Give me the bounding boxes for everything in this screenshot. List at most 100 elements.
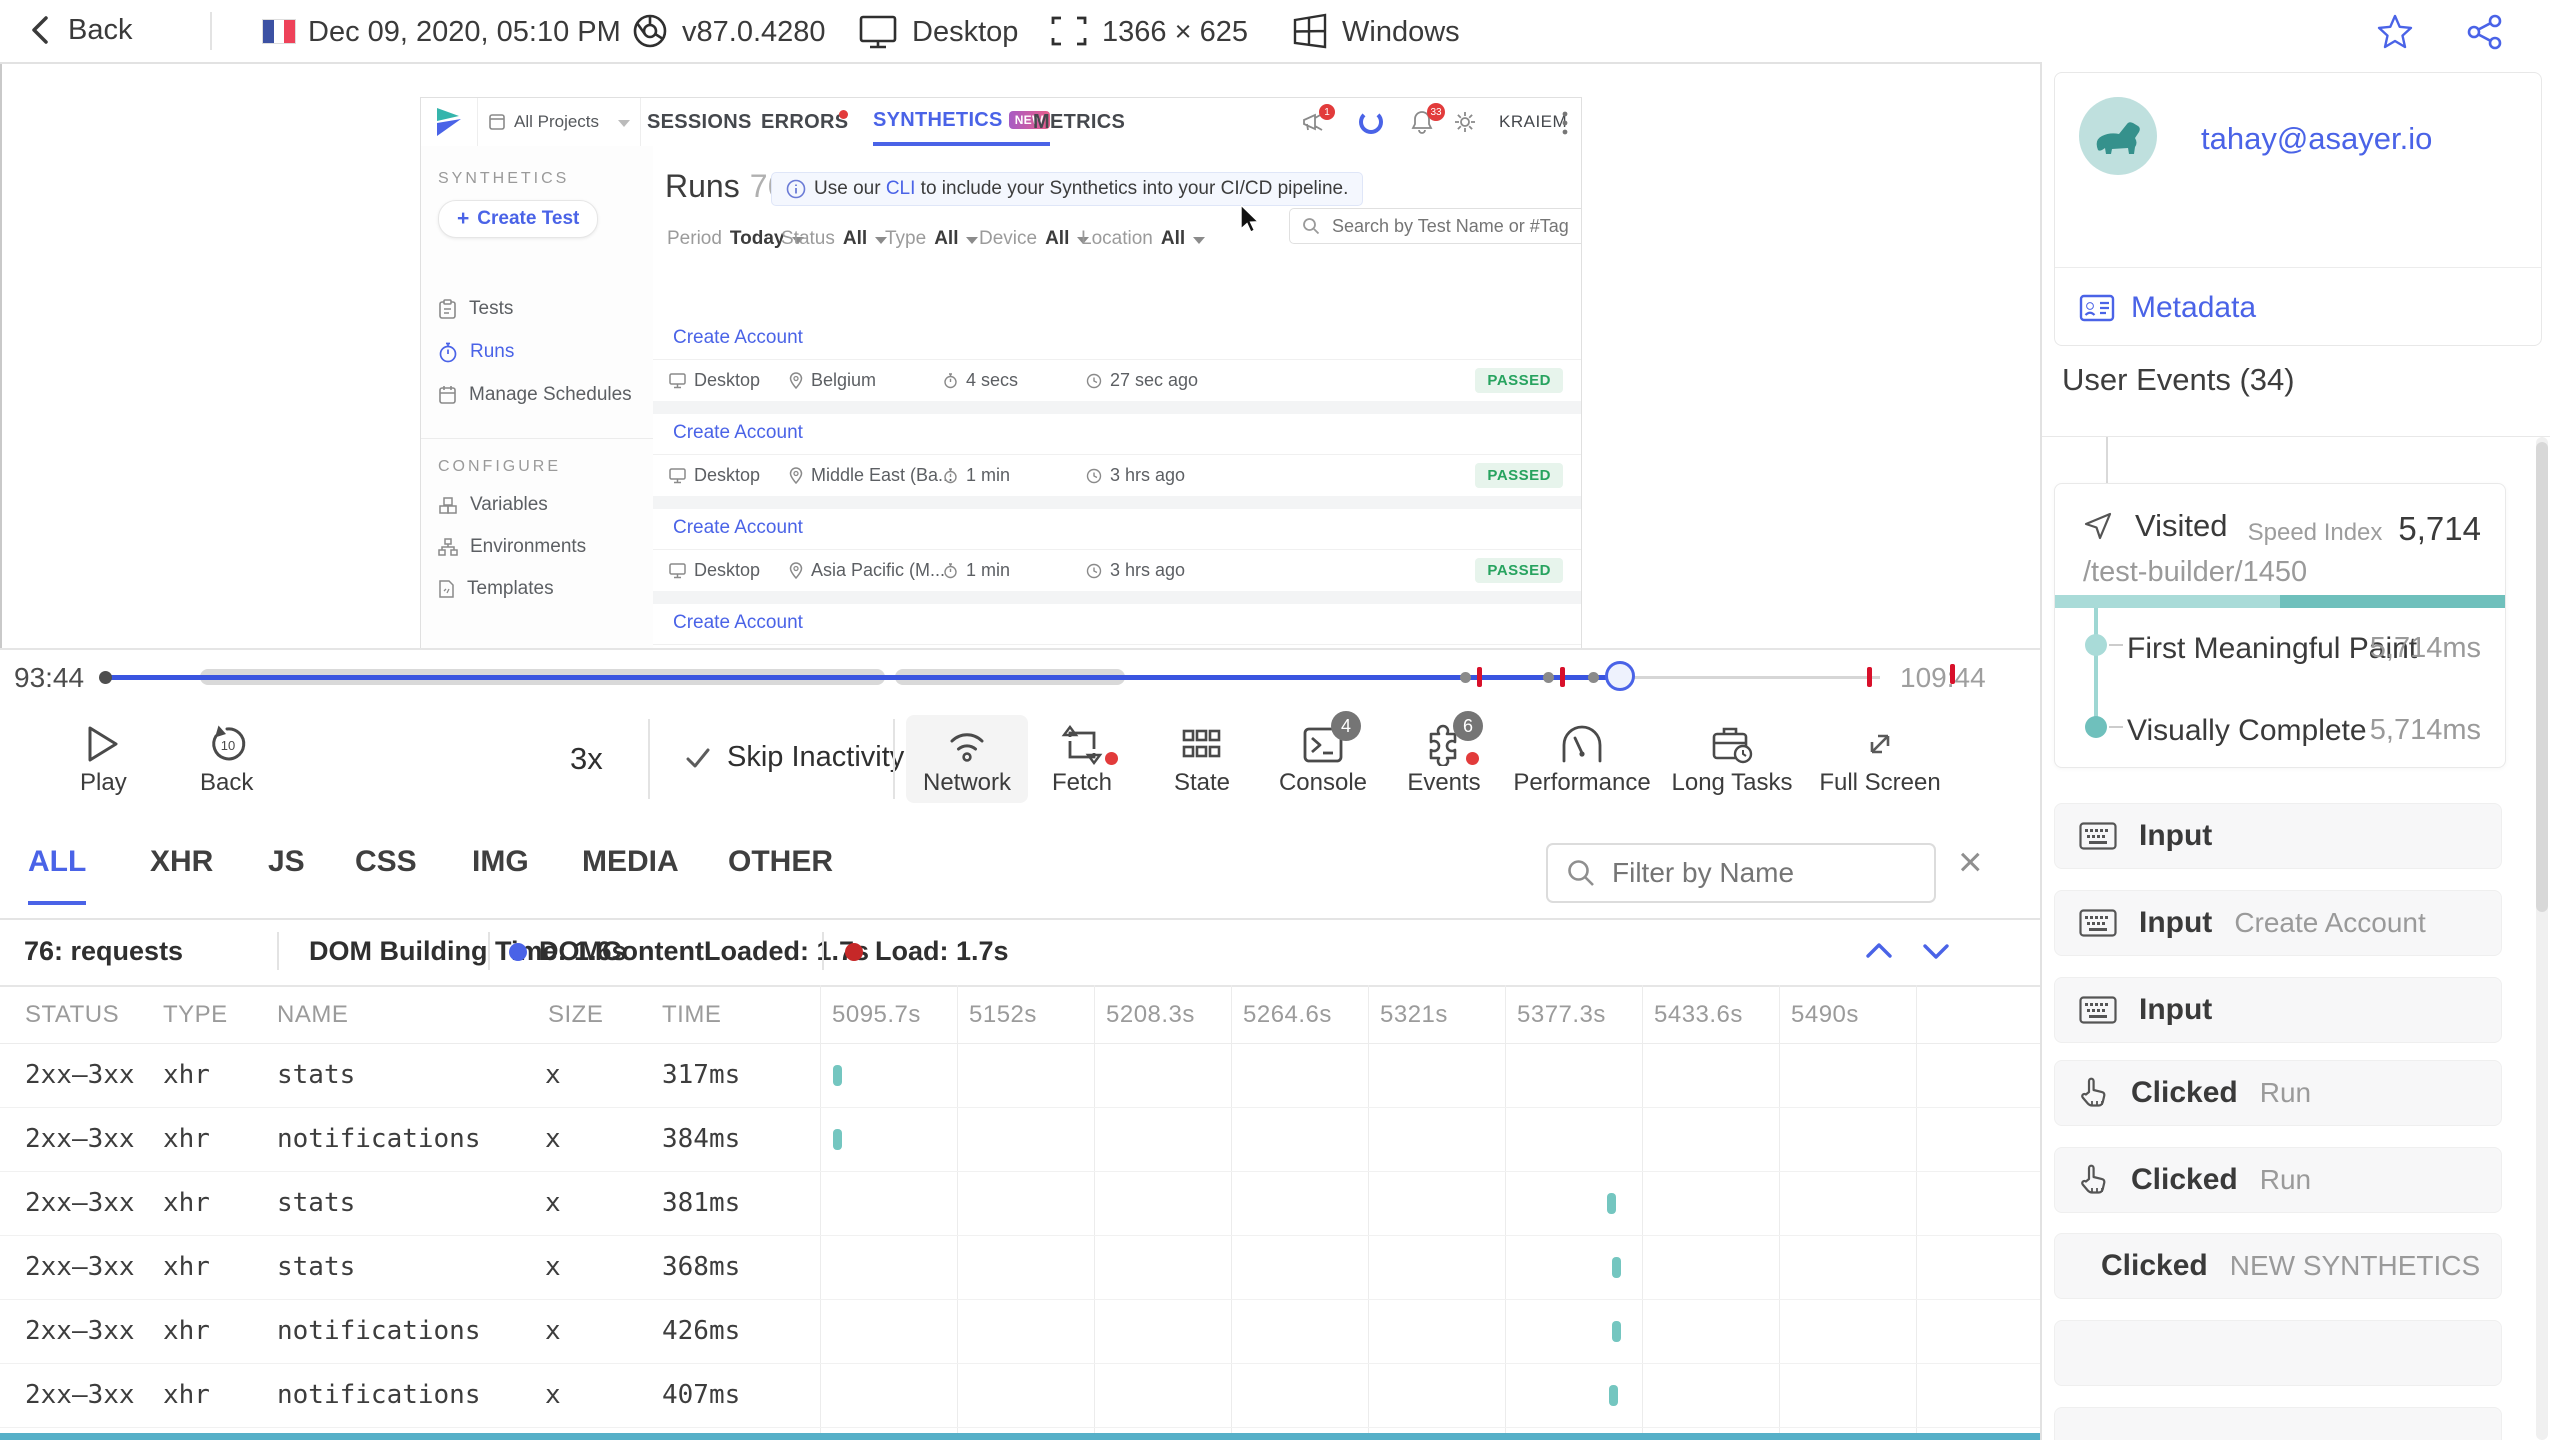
kebab-menu-icon[interactable] [1561,110,1569,136]
windows-icon [1290,12,1330,50]
prev-request-button[interactable] [1862,936,1896,966]
sidebar-item-manage-schedules[interactable]: Manage Schedules [438,384,632,406]
request-row[interactable]: 2xx–3xx xhr stats x 317ms [0,1043,2040,1108]
filter-device[interactable]: Device All [979,228,1090,250]
tab-other[interactable]: OTHER [728,845,833,901]
request-row[interactable]: 2xx–3xx xhr notifications x 426ms [0,1299,2040,1364]
events-panel-button[interactable]: 6 Events [1392,711,1496,803]
cli-link[interactable]: CLI [886,178,916,199]
sidebar-item-tests[interactable]: Tests [438,298,513,320]
error-marker[interactable] [1867,667,1872,687]
visited-event-card[interactable]: Visited Speed Index 5,714 /test-builder/… [2054,483,2506,768]
play-button[interactable]: Play [70,715,137,803]
request-bar[interactable] [833,1129,842,1150]
sidebar-item-environments[interactable]: Environments [438,536,586,558]
tab-js[interactable]: JS [268,845,305,901]
request-bar[interactable] [833,1065,842,1086]
tab-img[interactable]: IMG [472,845,529,901]
tab-css[interactable]: CSS [355,845,417,901]
event-card-clicked[interactable]: Clicked Run [2054,1060,2502,1126]
event-card[interactable] [2054,1320,2502,1386]
network-panel-button[interactable]: Network [906,715,1028,803]
tab-xhr[interactable]: XHR [150,845,213,901]
skip-inactivity-toggle[interactable]: Skip Inactivity [685,741,904,774]
user-email-link[interactable]: tahay@asayer.io [2201,121,2432,157]
filter-status[interactable]: Status All [781,228,888,250]
back-10s-button[interactable]: 10 Back [190,715,263,803]
run-card[interactable]: Create Account Desktop Belgium 4 secs 27… [653,319,1581,401]
event-card-input[interactable]: Input [2054,803,2502,869]
sidebar-item-variables[interactable]: Variables [438,494,548,516]
tab-media[interactable]: MEDIA [582,845,679,901]
tab-metrics[interactable]: METRICS [1033,98,1125,146]
favorite-star-icon[interactable] [2376,13,2414,51]
filter-type[interactable]: Type All [885,228,979,250]
next-request-button[interactable] [1919,936,1953,966]
full-screen-button[interactable]: Full Screen [1812,715,1948,803]
state-panel-button[interactable]: State [1152,715,1252,803]
col-size: SIZE [548,1001,604,1028]
events-scrollbar-thumb[interactable] [2536,442,2548,912]
sidebar-item-runs[interactable]: Runs [438,341,514,363]
request-row[interactable]: 2xx–3xx xhr notifications x 407ms [0,1363,2040,1428]
share-icon[interactable] [2466,13,2504,51]
performance-panel-button[interactable]: Performance [1512,715,1652,803]
timeline-progress[interactable] [105,675,1620,680]
timeline-track[interactable] [1620,676,1880,679]
test-search[interactable] [1289,208,1581,244]
event-card-clicked[interactable]: Clicked NEW SYNTHETICS [2054,1233,2502,1299]
console-count-badge: 4 [1331,711,1361,741]
timeline-scrubber[interactable] [1605,661,1635,691]
sidebar-item-templates[interactable]: Templates [438,578,554,600]
request-bar[interactable] [1612,1257,1621,1278]
event-dot[interactable] [1588,672,1599,683]
tab-all[interactable]: ALL [28,845,87,905]
request-bar[interactable] [1609,1385,1618,1406]
event-card-input[interactable]: Input Create Account [2054,890,2502,956]
fetch-panel-button[interactable]: Fetch [1032,715,1132,803]
filter-location[interactable]: Location All [1081,228,1206,250]
plus-icon: + [457,207,470,230]
run-card[interactable]: Create Account Desktop Middle East (Ba..… [653,414,1581,496]
speed-toggle[interactable]: 3x [570,741,603,777]
error-marker[interactable] [1477,667,1482,687]
time-tick: 5433.6s [1654,1001,1743,1028]
create-test-button[interactable]: + Create Test [438,200,599,238]
request-bar[interactable] [1612,1321,1621,1342]
event-card[interactable] [2054,1407,2502,1440]
request-row[interactable]: 2xx–3xx xhr stats x 381ms [0,1171,2040,1236]
user-menu[interactable]: KRAIEM [1499,112,1567,132]
metadata-button[interactable]: Metadata [2079,291,2256,325]
tab-errors[interactable]: ERRORS [761,98,848,146]
event-card-input[interactable]: Input [2054,977,2502,1043]
panel-bottom-bar [0,1433,2040,1440]
filter-by-name-input[interactable] [1610,856,1894,890]
player-timeline[interactable]: 93:44 109:44 [0,648,2040,705]
filter-by-name-box[interactable] [1546,843,1936,903]
error-marker[interactable] [1560,667,1565,687]
tab-synthetics[interactable]: SYNTHETICS NEW [873,98,1050,146]
tab-sessions[interactable]: SESSIONS [647,98,752,146]
back-button[interactable]: Back [28,0,132,60]
long-tasks-panel-button[interactable]: Long Tasks [1664,715,1800,803]
run-card[interactable]: Create Account Desktop Asia Pacific (M..… [653,509,1581,591]
run-name-link[interactable]: Create Account [673,327,803,349]
request-row[interactable]: 2xx–3xx xhr notifications x 384ms [0,1107,2040,1172]
event-dot[interactable] [1543,672,1554,683]
run-name-link[interactable]: Create Account [673,517,803,539]
gear-icon[interactable] [1453,110,1477,134]
event-card-clicked[interactable]: Clicked Run [2054,1147,2502,1213]
project-selector[interactable]: All Projects [477,98,641,146]
run-name-link[interactable]: Create Account [673,612,803,634]
event-dot[interactable] [1460,672,1471,683]
run-card[interactable]: Create Account Desktop US West (N. Cal..… [653,604,1581,649]
console-panel-button[interactable]: 4 Console [1268,711,1378,803]
close-panel-button[interactable]: × [1958,841,1983,883]
request-bar[interactable] [1607,1193,1616,1214]
test-search-input[interactable] [1330,214,1581,238]
request-row[interactable]: 2xx–3xx xhr stats x 368ms [0,1235,2040,1300]
error-marker[interactable] [1950,664,1955,684]
run-name-link[interactable]: Create Account [673,422,803,444]
event-connector [2106,437,2108,483]
chevron-down-icon [618,120,630,127]
